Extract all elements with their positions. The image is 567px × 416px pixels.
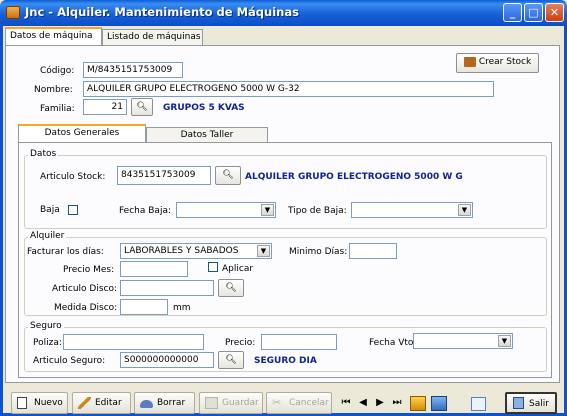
crear-stock-label: Crear Stock bbox=[478, 57, 532, 67]
cancelar-button[interactable]: ✂ Cancelar bbox=[266, 392, 332, 414]
salir-label: Salir bbox=[529, 399, 549, 409]
aplicar-checkbox[interactable] bbox=[208, 262, 218, 272]
tab-datos-maquina[interactable]: Datos de máquina bbox=[5, 27, 102, 45]
articulo-disco-search-button[interactable]: 🔍︎ bbox=[218, 279, 244, 297]
exit-icon bbox=[513, 397, 524, 409]
nuevo-label: Nuevo bbox=[34, 398, 63, 408]
codigo-input[interactable]: M/8435151753009 bbox=[83, 62, 183, 78]
search-icon: 🔍︎ bbox=[222, 170, 234, 180]
chevron-down-icon: ▼ bbox=[498, 335, 511, 347]
filter-icon[interactable] bbox=[410, 396, 426, 411]
facturar-value: LABORABLES Y SABADOS bbox=[124, 246, 239, 256]
last-record-icon[interactable]: ⏭ bbox=[390, 392, 404, 414]
fecha-vto-select[interactable]: ▼ bbox=[413, 333, 513, 349]
grid-icon[interactable] bbox=[471, 397, 486, 411]
search-icon: 🔍︎ bbox=[225, 355, 237, 365]
alquiler-legend: Alquiler bbox=[28, 231, 67, 241]
articulo-stock-label: Articulo Stock: bbox=[40, 172, 106, 182]
articulo-seguro-input[interactable]: S000000000000 bbox=[120, 352, 214, 368]
medida-disco-label: Medida Disco: bbox=[54, 303, 118, 313]
next-record-icon[interactable]: ▶ bbox=[373, 392, 387, 414]
fecha-baja-select[interactable]: ▼ bbox=[176, 202, 276, 218]
medida-unit: mm bbox=[173, 303, 191, 313]
crear-stock-button[interactable]: Crear Stock bbox=[456, 53, 539, 73]
nombre-input[interactable]: ALQUILER GRUPO ELECTROGENO 5000 W G-32 bbox=[83, 81, 494, 97]
codigo-label: Código: bbox=[40, 66, 75, 76]
search-icon: 🔍︎ bbox=[225, 283, 237, 293]
articulo-seguro-search-button[interactable]: 🔍︎ bbox=[218, 351, 244, 369]
baja-label: Baja bbox=[40, 205, 60, 215]
articulo-stock-input[interactable]: 8435151753009 bbox=[117, 166, 211, 185]
precio-mes-input[interactable] bbox=[120, 261, 188, 277]
close-button[interactable]: ✕ bbox=[545, 3, 564, 22]
tipo-baja-label: Tipo de Baja: bbox=[288, 206, 347, 216]
print-icon[interactable] bbox=[431, 396, 447, 411]
editar-label: Editar bbox=[95, 398, 122, 408]
articulo-seguro-label: Articulo Seguro: bbox=[33, 356, 106, 366]
seguro-legend: Seguro bbox=[28, 321, 64, 331]
poliza-input[interactable] bbox=[63, 334, 204, 350]
stock-icon bbox=[463, 56, 476, 67]
familia-search-button[interactable]: 🔍︎ bbox=[131, 98, 153, 116]
articulo-stock-search-button[interactable]: 🔍︎ bbox=[215, 166, 241, 185]
guardar-button[interactable]: Guardar bbox=[199, 392, 263, 414]
minimize-button[interactable]: _ bbox=[503, 3, 522, 22]
pencil-icon bbox=[78, 397, 91, 409]
borrar-label: Borrar bbox=[157, 398, 186, 408]
aplicar-label: Aplicar bbox=[222, 264, 254, 274]
new-document-icon bbox=[17, 397, 27, 409]
window-title: Jnc - Alquiler. Mantenimiento de Máquina… bbox=[25, 5, 299, 19]
familia-input[interactable]: 21 bbox=[83, 99, 127, 115]
fecha-baja-label: Fecha Baja: bbox=[119, 206, 171, 216]
articulo-stock-description: ALQUILER GRUPO ELECTROGENO 5000 W G bbox=[245, 172, 463, 182]
precio-mes-label: Precio Mes: bbox=[63, 265, 115, 275]
search-icon: 🔍︎ bbox=[136, 102, 148, 112]
seguro-precio-input[interactable] bbox=[261, 334, 337, 350]
cancel-icon: ✂ bbox=[272, 396, 282, 409]
datos-legend: Datos bbox=[28, 149, 59, 159]
familia-label: Familia: bbox=[40, 104, 75, 114]
editar-button[interactable]: Editar bbox=[72, 392, 131, 414]
articulo-disco-label: Articulo Disco: bbox=[52, 284, 118, 294]
salir-button[interactable]: Salir bbox=[505, 392, 557, 414]
prev-record-icon[interactable]: ◀ bbox=[356, 392, 370, 414]
nombre-label: Nombre: bbox=[34, 85, 73, 95]
chevron-down-icon: ▼ bbox=[261, 204, 274, 216]
save-icon bbox=[205, 397, 218, 409]
first-record-icon[interactable]: ⏮ bbox=[339, 392, 353, 414]
nuevo-button[interactable]: Nuevo bbox=[11, 392, 68, 414]
chevron-down-icon: ▼ bbox=[257, 245, 270, 257]
facturar-select[interactable]: LABORABLES Y SABADOS ▼ bbox=[120, 243, 272, 259]
medida-disco-input[interactable] bbox=[120, 299, 168, 315]
poliza-label: Poliza: bbox=[33, 338, 62, 348]
familia-description: GRUPOS 5 KVAS bbox=[163, 103, 245, 113]
maximize-button[interactable]: □ bbox=[524, 3, 543, 22]
minimo-dias-input[interactable] bbox=[349, 243, 397, 259]
cancelar-label: Cancelar bbox=[289, 398, 329, 408]
chevron-down-icon: ▼ bbox=[458, 204, 471, 216]
tab-datos-generales[interactable]: Datos Generales bbox=[18, 124, 146, 142]
tipo-baja-select[interactable]: ▼ bbox=[351, 202, 473, 218]
facturar-label: Facturar los días: bbox=[27, 247, 104, 257]
app-icon bbox=[6, 6, 20, 19]
guardar-label: Guardar bbox=[222, 398, 259, 408]
tab-listado-maquinas[interactable]: Listado de máquinas bbox=[102, 29, 203, 46]
fecha-vto-label: Fecha Vto: bbox=[369, 338, 417, 348]
articulo-disco-input[interactable] bbox=[120, 280, 214, 296]
articulo-seguro-description: SEGURO DIA bbox=[254, 356, 317, 366]
eraser-icon bbox=[140, 400, 153, 408]
baja-checkbox[interactable] bbox=[68, 205, 78, 215]
minimo-dias-label: Minimo Días: bbox=[289, 247, 348, 257]
borrar-button[interactable]: Borrar bbox=[134, 392, 195, 414]
seguro-precio-label: Precio: bbox=[225, 338, 256, 348]
